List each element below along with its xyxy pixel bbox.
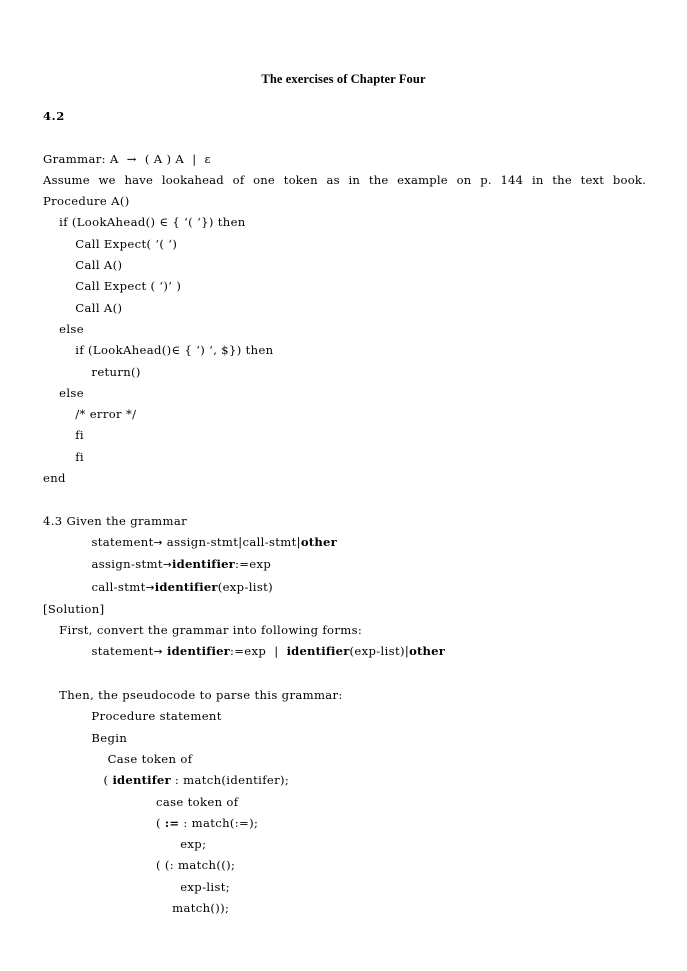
pseudocode-line-exp: exp; — [43, 837, 207, 852]
code-line-call-expect-open: Call Expect( ‘( ‘) — [43, 236, 178, 251]
production-rhs-part: (exp-list) — [217, 579, 274, 594]
production-lhs: statement — [91, 644, 154, 659]
production-lhs: call-stmt — [91, 579, 146, 594]
grammar-line-4-2: Grammar: A → ( A ) A | ε — [43, 151, 211, 166]
pseudocode-line-begin: Begin — [43, 730, 128, 745]
code-line-return: return() — [43, 364, 141, 379]
page-title: The exercises of Chapter Four — [261, 72, 426, 86]
pseudocode-line-exp-list: exp-list; — [43, 879, 231, 894]
document-page: The exercises of Chapter Four 4.2 Gramma… — [0, 0, 687, 971]
production-indent — [43, 580, 91, 594]
case-token-assign: := — [164, 815, 180, 830]
code-line-end: end — [43, 471, 66, 486]
code-line-fi-2: fi — [43, 449, 84, 464]
assumption-line: Assume we have lookahead of one token as… — [43, 172, 646, 187]
arrow-icon: → — [153, 536, 163, 549]
case-prefix: ( — [43, 773, 113, 788]
pseudocode-line-match-close: match()); — [43, 900, 230, 915]
production-terminal-other: other — [300, 534, 337, 549]
production-terminal-identifier: identifier — [172, 557, 235, 572]
production-lhs: statement — [91, 534, 154, 549]
case-prefix: ( — [43, 815, 165, 830]
production-terminal-identifier: identifier — [286, 644, 350, 659]
case-suffix: : match(identifer); — [170, 773, 290, 788]
grammar-production-call-stmt: call-stmt→identifier(exp-list) — [43, 577, 647, 599]
code-line-else-1: else — [43, 321, 84, 336]
pseudocode-line-paren-case: ( (: match((); — [43, 858, 236, 873]
document-body: 4.2 Grammar: A → ( A ) A | ε Assume we h… — [43, 106, 647, 919]
production-terminal-identifier: identifier — [154, 579, 218, 594]
case-token-identifer: identifer — [112, 773, 171, 788]
code-line-else-2: else — [43, 385, 84, 400]
grammar-production-statement: statement→ assign-stmt|call-stmt|other — [43, 532, 647, 554]
section-heading-4-3: 4.3 Given the grammar — [43, 513, 187, 528]
arrow-icon: → — [145, 581, 155, 594]
code-line-fi-1: fi — [43, 428, 84, 443]
production-rhs-part: assign-stmt — [162, 534, 239, 549]
production-rhs-part: (exp-list) — [349, 644, 405, 659]
grammar-production-assign-stmt: assign-stmt→identifier:=exp — [43, 554, 647, 576]
code-line-call-a-2: Call A() — [43, 300, 123, 315]
pseudocode-line-identifer-case: ( identifer : match(identifer); — [43, 770, 647, 791]
code-line-if-lookahead-2: if (LookAhead()∈ { ‘) ‘, $}) then — [43, 343, 274, 358]
converted-grammar-production: statement→ identifier:=exp | identifier(… — [43, 641, 647, 663]
production-rhs-part: call-stmt — [242, 534, 297, 549]
pseudocode-line-procedure: Procedure statement — [43, 709, 222, 724]
solution-label: [Solution] — [43, 601, 105, 616]
case-suffix: : match(:=); — [179, 815, 259, 830]
production-lhs: assign-stmt — [91, 557, 163, 572]
production-terminal-identifier: identifier — [162, 644, 230, 659]
code-line-if-lookahead: if (LookAhead() ∈ { ‘( ‘}) then — [43, 215, 246, 230]
solution-intro-text: First, convert the grammar into followin… — [43, 623, 363, 638]
production-indent — [43, 644, 91, 658]
production-indent — [43, 557, 91, 571]
code-line-error-comment: /* error */ — [43, 407, 137, 422]
production-rhs-part: :=exp — [234, 557, 272, 572]
procedure-a-header: Procedure A() — [43, 194, 130, 209]
code-line-call-expect-close: Call Expect ( ‘)’ ) — [43, 279, 182, 294]
section-number-4-2: 4.2 — [43, 109, 65, 123]
arrow-icon: → — [162, 559, 173, 572]
pseudocode-line-case-token: Case token of — [43, 751, 193, 766]
pseudocode-line-assign-case: ( := : match(:=); — [43, 813, 647, 834]
production-rhs-part: :=exp | — [229, 644, 287, 659]
pseudocode-line-inner-case-token: case token of — [43, 794, 239, 809]
code-line-call-a-1: Call A() — [43, 258, 123, 273]
pseudocode-intro-text: Then, the pseudocode to parse this gramm… — [43, 688, 343, 703]
production-indent — [43, 535, 91, 549]
arrow-icon: → — [153, 646, 163, 659]
production-terminal-other: other — [409, 644, 446, 659]
